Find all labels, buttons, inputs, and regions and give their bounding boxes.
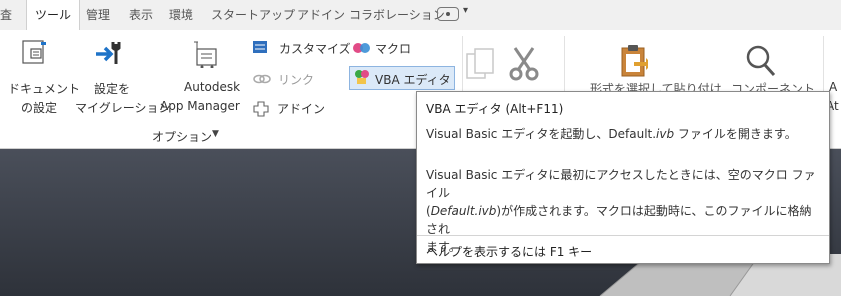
tab-startup[interactable]: スタートアップ — [211, 0, 295, 30]
migrate-settings-button[interactable]: 設定を マイグレーション — [68, 30, 171, 125]
app-manager-label-2: App Manager — [160, 99, 240, 113]
tooltip-help-hint: ヘルプを表示するには F1 キー — [426, 245, 593, 259]
tooltip-description-ext: ivb — [656, 127, 675, 141]
chevron-down-icon: ▼ — [212, 129, 219, 139]
tab-manage[interactable]: 管理 — [86, 0, 110, 30]
link-label: リンク — [278, 73, 315, 87]
tab-collaboration[interactable]: コラボレーション — [349, 0, 445, 30]
document-settings-label-2: の設定 — [21, 101, 58, 115]
link-button: リンク — [253, 71, 323, 89]
clipboard-icon — [621, 45, 648, 77]
tooltip-detail-line-1: Visual Basic エディタに最初にアクセスしたときには、空のマクロ ファ… — [426, 168, 816, 200]
vba-editor-label: VBA エディタ — [375, 73, 451, 87]
right-edge-label-1: A — [829, 80, 838, 94]
tooltip-description: Visual Basic エディタを起動し、Default.ivb ファイルを開… — [426, 125, 797, 142]
tooltip-description-prefix: Visual Basic エディタを起動し、Default. — [426, 127, 657, 141]
options-panel-label: オプション — [152, 130, 213, 144]
link-icon — [253, 74, 271, 84]
tooltip-description-suffix: ファイルを開きます。 — [674, 127, 797, 141]
app-manager-icon — [194, 41, 217, 68]
tab-inspect[interactable]: 査 — [0, 0, 12, 30]
migrate-icon — [96, 42, 121, 64]
copy-icon — [466, 48, 494, 79]
app-manager-button[interactable]: Autodesk App Manager — [160, 30, 252, 125]
tab-addins[interactable]: アドイン — [297, 0, 345, 30]
tab-view[interactable]: 表示 — [129, 0, 153, 30]
chevron-down-icon: ▾ — [463, 5, 469, 16]
migrate-label-2: マイグレーション — [75, 101, 171, 115]
macro-button[interactable]: マクロ — [353, 40, 423, 58]
macro-icon — [353, 43, 370, 53]
customize-label: カスタマイズ — [279, 42, 351, 56]
addin-icon — [253, 101, 269, 117]
customize-icon — [253, 41, 267, 53]
vba-editor-tooltip: VBA エディタ (Alt+F11) Visual Basic エディタを起動し… — [416, 91, 830, 264]
cut-icon — [509, 47, 539, 81]
migrate-label-1: 設定を — [94, 82, 131, 96]
tooltip-title: VBA エディタ (Alt+F11) — [426, 102, 564, 116]
display-mode-icon — [437, 7, 459, 21]
tab-tools[interactable]: ツール — [26, 0, 81, 31]
tab-environment[interactable]: 環境 — [169, 0, 193, 30]
customize-button[interactable]: カスタマイズ — [253, 40, 351, 58]
tooltip-divider — [417, 235, 829, 236]
macro-label: マクロ — [375, 42, 412, 56]
ribbon-tab-bar: 査 ツール 管理 表示 環境 スタートアップ アドイン コラボレーション ▾ — [0, 0, 841, 31]
tooltip-detail-filename: Default.ivb — [430, 204, 497, 218]
app-manager-label-1: Autodesk — [184, 80, 241, 94]
options-panel-dropdown[interactable]: オプション ▼ — [152, 128, 230, 144]
vba-editor-icon — [355, 70, 369, 84]
find-icon — [746, 45, 776, 77]
addin-button[interactable]: アドイン — [253, 100, 333, 118]
tab-overflow-dropdown[interactable]: ▾ — [437, 5, 481, 23]
document-settings-icon — [22, 40, 46, 64]
document-settings-button[interactable]: ドキュメント の設定 — [0, 30, 80, 125]
tooltip-detail-line-2: (Default.ivb)が作成されます。マクロは起動時に、このファイルに格納さ… — [426, 202, 822, 238]
addin-label: アドイン — [277, 102, 326, 116]
vba-editor-button[interactable]: VBA エディタ — [349, 66, 455, 90]
